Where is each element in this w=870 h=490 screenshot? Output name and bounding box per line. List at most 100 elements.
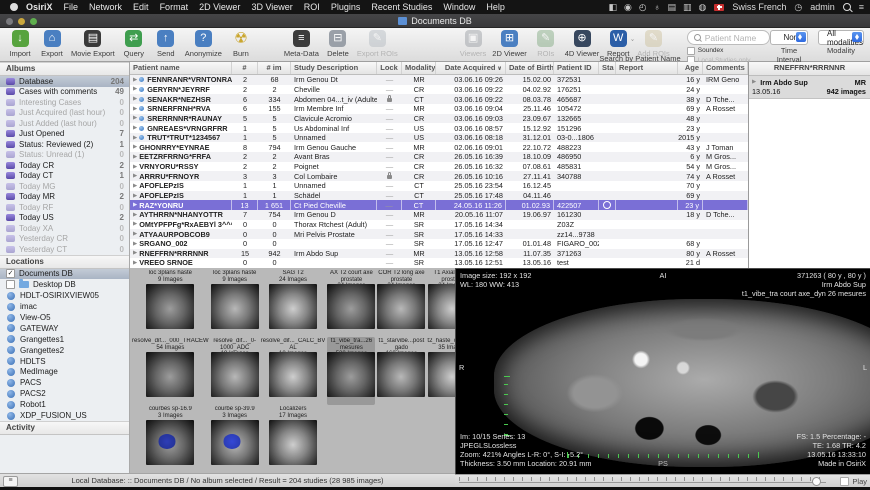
table-row[interactable]: ▶VRNYORU*RSSY22Poignet—CR26.05.16 16:320… bbox=[130, 162, 748, 172]
disclosure-triangle-icon[interactable]: ▶ bbox=[133, 221, 137, 227]
volume-icon[interactable]: ◍ bbox=[698, 2, 706, 13]
sidebar-toggle-button[interactable]: ≡ bbox=[3, 476, 18, 487]
sidebar-album-today-us[interactable]: Today US2 bbox=[0, 213, 129, 224]
sidebar-location-hdlt-osirixview05[interactable]: HDLT-OSIRIXVIEW05 bbox=[0, 290, 129, 301]
disclosure-triangle-icon[interactable]: ▶ bbox=[133, 144, 137, 150]
sidebar-album-just-added-last-hour[interactable]: Just Added (last hour)0 bbox=[0, 118, 129, 129]
series-thumbnail-resolve-dif-000-tracew[interactable]: resolve_dif..._000_TRACEW54 Images bbox=[132, 337, 209, 405]
series-thumbnail-courbes-sp-16-9[interactable]: courbes sp-16.93 Images bbox=[132, 405, 209, 473]
toolbar-button-send[interactable]: ↑Send bbox=[153, 30, 179, 58]
sidebar-album-today-mg[interactable]: Today MG0 bbox=[0, 181, 129, 192]
thumbnail-image[interactable] bbox=[146, 284, 194, 329]
sidebar-location-hdlts[interactable]: HDLTS bbox=[0, 356, 129, 367]
slider-track[interactable] bbox=[459, 482, 826, 483]
time-machine-icon[interactable]: ◷ bbox=[794, 2, 802, 13]
play-checkbox[interactable] bbox=[840, 477, 849, 486]
sidebar-location-view-o5[interactable]: View-O5 bbox=[0, 312, 129, 323]
column-header-date-of-birth[interactable]: Date of Birth bbox=[506, 62, 554, 74]
thumbnail-image[interactable] bbox=[428, 284, 455, 329]
series-thumbnail-loc-3plans-haste[interactable]: loc 3plans haste9 Images bbox=[211, 269, 259, 337]
table-row[interactable]: ▶SENAKR*NEZHSR6334Abdomen 04...t_iv (Adu… bbox=[130, 94, 748, 104]
series-thumbnail-t1-vibe-tra-26-mesures[interactable]: t1_vibe_tra...26 mesures520 Images bbox=[327, 337, 375, 405]
table-row[interactable]: ▶AFOFLEPzIS11Unnamed—CT25.05.16 23:5416.… bbox=[130, 181, 748, 191]
table-row[interactable]: ▶ATYAAURPOBCOB900Mri Pelvis Prostate—SR1… bbox=[130, 229, 748, 239]
thumbnail-image[interactable] bbox=[377, 284, 425, 329]
menu-item-3d-viewer[interactable]: 3D Viewer bbox=[251, 2, 292, 12]
disclosure-triangle-icon[interactable]: ▶ bbox=[133, 86, 137, 92]
thumbnail-image[interactable] bbox=[146, 352, 194, 397]
disclosure-triangle-icon[interactable]: ▶ bbox=[133, 164, 137, 170]
audio-icon[interactable]: ▤ bbox=[667, 2, 676, 13]
menu-item-window[interactable]: Window bbox=[443, 2, 475, 12]
menu-item-osirix[interactable]: OsiriX bbox=[26, 2, 53, 12]
table-row[interactable]: ▶OMtYPFPFg*RxAEBYl 3^^^00Thorax Rtchest … bbox=[130, 220, 748, 230]
toolbar-button-export[interactable]: ⌂Export bbox=[39, 30, 65, 58]
sidebar-album-cases-with-comments[interactable]: Cases with comments49 bbox=[0, 87, 129, 98]
disclosure-triangle-icon[interactable]: ▶ bbox=[133, 241, 137, 247]
series-thumbnail-loc-3plans-haste[interactable]: loc 3plans haste9 Images bbox=[132, 269, 209, 337]
column-header-patient-id[interactable]: Patient ID bbox=[554, 62, 599, 74]
column-header-sta[interactable]: Sta bbox=[599, 62, 616, 74]
disclosure-triangle-icon[interactable]: ▶ bbox=[133, 96, 137, 102]
disclosure-triangle-icon[interactable]: ▶ bbox=[133, 77, 137, 83]
column-header-im[interactable]: # im bbox=[258, 62, 291, 74]
table-row[interactable]: ▶GERYRN*JEYRRF22Cheville—CR03.06.16 09:2… bbox=[130, 85, 748, 95]
disclosure-triangle-icon[interactable]: ▶ bbox=[133, 154, 137, 160]
sidebar-album-today-rf[interactable]: Today RF0 bbox=[0, 202, 129, 213]
sidebar-album-just-acquired-last-hour[interactable]: Just Acquired (last hour)0 bbox=[0, 108, 129, 119]
sidebar-album-status-reviewed-2[interactable]: Status: Reviewed (2)1 bbox=[0, 139, 129, 150]
sidebar-location-gateway[interactable]: GATEWAY bbox=[0, 323, 129, 334]
users-icon[interactable]: ◉ bbox=[624, 2, 632, 13]
clock-icon[interactable]: ◴ bbox=[639, 2, 647, 13]
minimize-window-button[interactable] bbox=[18, 18, 25, 25]
menu-item-roi[interactable]: ROI bbox=[304, 2, 320, 12]
sidebar-location-pacs[interactable]: PACS bbox=[0, 377, 129, 388]
thumbnail-image[interactable] bbox=[269, 284, 317, 329]
sidebar-location-xdp-fusion-us[interactable]: XDP_FUSION_US bbox=[0, 410, 129, 421]
table-row[interactable]: ▶SRNERFRNH*RVA6155Irm Membre Inf—MR03.06… bbox=[130, 104, 748, 114]
series-thumbnail-cor-t2-long-axe-prostate[interactable]: COR T2 long axe prostate24 Images bbox=[377, 269, 425, 337]
disclosure-triangle-icon[interactable]: ▶ bbox=[133, 260, 137, 266]
disclosure-triangle-icon[interactable]: ▶ bbox=[133, 212, 137, 218]
thumbnail-image[interactable] bbox=[269, 420, 317, 465]
sidebar-album-database[interactable]: Database204 bbox=[0, 76, 129, 87]
slider-thumb[interactable] bbox=[812, 477, 821, 486]
sidebar-location-medimage[interactable]: MedImage bbox=[0, 367, 129, 378]
disclosure-triangle-icon[interactable]: ▶ bbox=[133, 193, 137, 199]
thumbnail-image[interactable] bbox=[327, 352, 375, 397]
sidebar-album-today-cr[interactable]: Today CR2 bbox=[0, 160, 129, 171]
sidebar-location-grangettes2[interactable]: Grangettes2 bbox=[0, 345, 129, 356]
sidebar-album-just-opened[interactable]: Just Opened7 bbox=[0, 129, 129, 140]
sidebar-album-today-mr[interactable]: Today MR2 bbox=[0, 192, 129, 203]
window-title-bar[interactable]: Documents DB bbox=[0, 14, 870, 28]
user-menu-label[interactable]: admin bbox=[810, 2, 835, 12]
disclosure-triangle-icon[interactable]: ▶ bbox=[133, 231, 137, 237]
menu-item-file[interactable]: File bbox=[64, 2, 79, 12]
sidebar-location-imac[interactable]: imac bbox=[0, 301, 129, 312]
series-thumbnail-t2-haste-cor-mbh[interactable]: t2_haste_cor_mbh35 Images bbox=[427, 337, 455, 405]
table-row[interactable]: ▶FENNRANR*VRNTONRA268Irm Genou Dt—MR03.0… bbox=[130, 75, 748, 85]
toolbar-button-viewers[interactable]: ▣Viewers bbox=[460, 30, 487, 58]
dicom-viewer[interactable]: Image size: 192 x 192 WL: 180 WW: 413 AI… bbox=[455, 268, 870, 474]
toolbar-button-import[interactable]: ↓Import bbox=[7, 30, 33, 58]
toolbar-button-delete[interactable]: ⊟Delete bbox=[325, 30, 351, 58]
column-header-modality[interactable]: Modality bbox=[402, 62, 436, 74]
display-icon[interactable]: ▥ bbox=[683, 2, 692, 13]
menu-item-format[interactable]: Format bbox=[160, 2, 189, 12]
toolbar-button-2d-viewer[interactable]: ⊞2D Viewer bbox=[492, 30, 526, 58]
column-header-lock[interactable]: Lock bbox=[377, 62, 402, 74]
menu-item-network[interactable]: Network bbox=[89, 2, 122, 12]
table-row[interactable]: ▶GHONRRY*EYNRAE8794Irm Genou Gauche—MR02… bbox=[130, 142, 748, 152]
disclosure-triangle-icon[interactable]: ▶ bbox=[133, 106, 137, 112]
modality-select[interactable]: All modalities bbox=[818, 30, 864, 45]
disclosure-triangle-icon[interactable]: ▶ bbox=[752, 78, 756, 87]
disclosure-triangle-icon[interactable]: ▶ bbox=[133, 125, 137, 131]
menu-item-recent-studies[interactable]: Recent Studies bbox=[371, 2, 432, 12]
time-interval-select[interactable]: None bbox=[770, 30, 808, 45]
thumbnail-image[interactable] bbox=[377, 352, 425, 397]
sidebar-album-yesterday-ct[interactable]: Yesterday CT0 bbox=[0, 244, 129, 255]
sidebar-album-status-unread-1[interactable]: Status: Unread (1)0 bbox=[0, 150, 129, 161]
disclosure-triangle-icon[interactable]: ▶ bbox=[133, 250, 137, 256]
thumbnail-image[interactable] bbox=[146, 420, 194, 465]
disclosure-triangle-icon[interactable]: ▶ bbox=[133, 183, 137, 189]
